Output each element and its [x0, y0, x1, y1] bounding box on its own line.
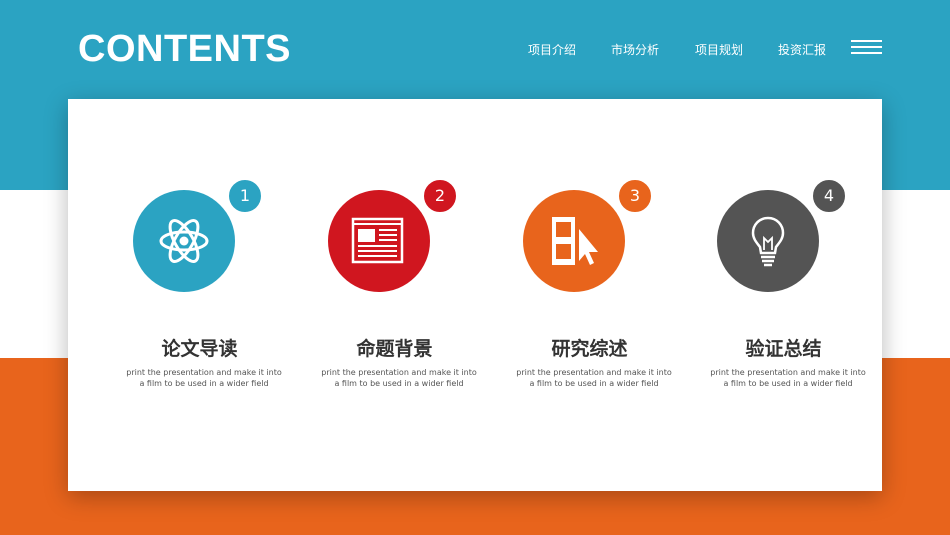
item-description: print the presentation and make it into … — [710, 368, 866, 388]
nav-item-3[interactable]: 项目规划 — [695, 41, 743, 58]
atom-icon — [133, 190, 235, 292]
number-badge: 2 — [421, 177, 459, 215]
page-title: CONTENTS — [78, 28, 291, 70]
number-badge: 4 — [810, 177, 848, 215]
contents-item-2[interactable]: 2 命题背景 print the presentation and make i… — [282, 99, 477, 491]
item-description: print the presentation and make it into … — [126, 368, 282, 388]
lightbulb-icon — [717, 190, 819, 292]
nav-item-4[interactable]: 投资汇报 — [778, 41, 826, 58]
item-label: 论文导读 — [161, 338, 238, 360]
contents-item-3[interactable]: 3 研究综述 print the presentation and make i… — [477, 99, 672, 491]
cursor-panel-icon — [523, 190, 625, 292]
contents-item-1[interactable]: 1 论文导读 print the presentation and make i… — [87, 99, 282, 491]
item-label: 验证总结 — [745, 338, 822, 360]
item-description: print the presentation and make it into … — [321, 368, 477, 388]
number-badge: 3 — [616, 177, 654, 215]
contents-item-4[interactable]: 4 验证总结 print the presentation and make i… — [671, 99, 866, 491]
number-badge: 1 — [226, 177, 264, 215]
nav-item-2[interactable]: 市场分析 — [611, 41, 659, 58]
item-label: 命题背景 — [356, 338, 433, 360]
item-label: 研究综述 — [551, 338, 628, 360]
item-description: print the presentation and make it into … — [516, 368, 672, 388]
contents-card: 1 论文导读 print the presentation and make i… — [68, 99, 882, 491]
nav-item-1[interactable]: 项目介绍 — [528, 41, 576, 58]
document-icon — [328, 190, 430, 292]
menu-icon[interactable] — [851, 40, 882, 56]
